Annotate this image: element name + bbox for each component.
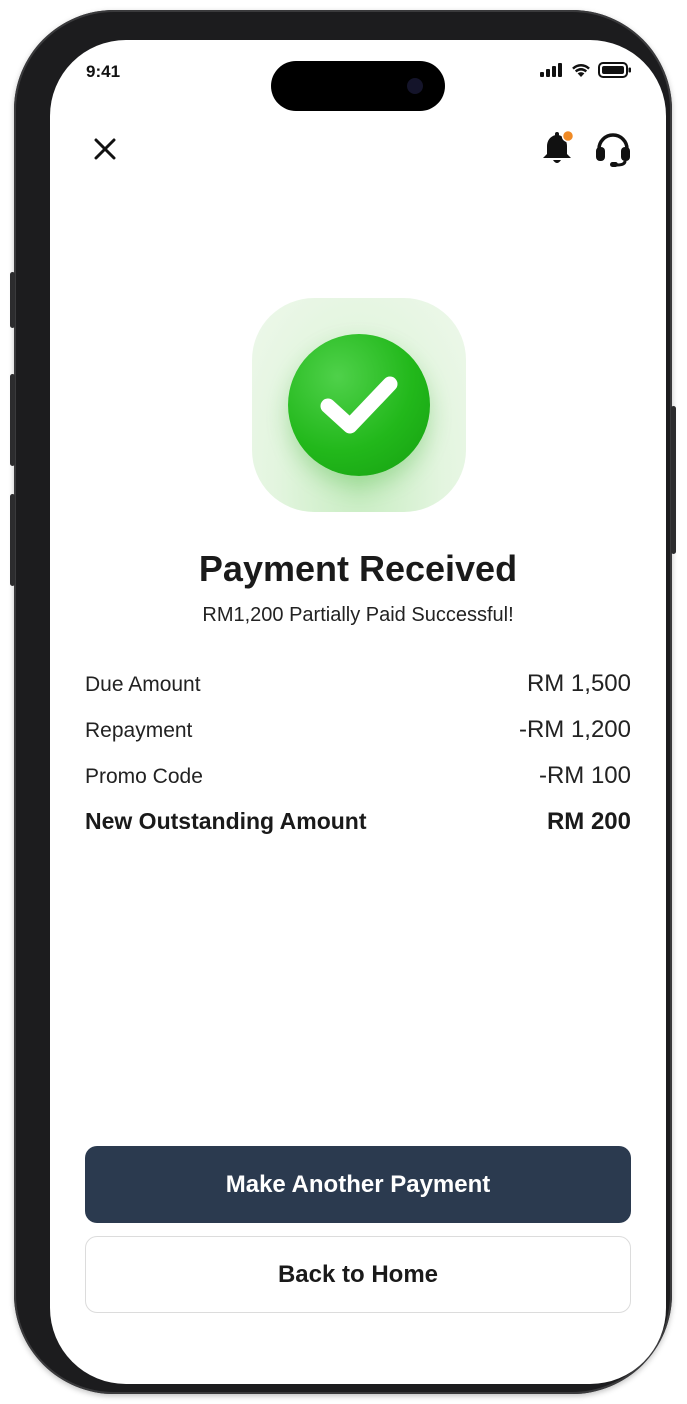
wifi-icon bbox=[572, 64, 590, 77]
summary-value: -RM 100 bbox=[538, 762, 631, 789]
summary-label: Due Amount bbox=[85, 673, 201, 696]
battery-icon bbox=[598, 62, 631, 78]
summary-row-promo-code: Promo Code -RM 100 bbox=[85, 762, 631, 790]
success-icon-badge bbox=[252, 298, 466, 512]
mute-switch bbox=[10, 272, 15, 328]
summary-label: New Outstanding Amount bbox=[85, 808, 367, 834]
summary-label: Promo Code bbox=[85, 765, 203, 788]
dynamic-island bbox=[271, 61, 445, 111]
make-another-payment-button[interactable]: Make Another Payment bbox=[85, 1146, 631, 1223]
summary-row-repayment: Repayment -RM 1,200 bbox=[85, 716, 631, 744]
bell-icon bbox=[543, 129, 575, 163]
volume-up-button bbox=[10, 374, 15, 466]
summary-value: RM 200 bbox=[546, 808, 631, 835]
back-to-home-button[interactable]: Back to Home bbox=[85, 1236, 631, 1313]
headset-icon bbox=[596, 133, 630, 167]
phone-frame: 9:41 Payment Received RM1,200 Partially … bbox=[10, 10, 676, 1394]
success-circle bbox=[288, 334, 430, 476]
camera-icon bbox=[407, 78, 423, 94]
notifications-button[interactable] bbox=[538, 128, 578, 168]
success-check-icon bbox=[320, 376, 398, 434]
volume-down-button bbox=[10, 494, 15, 586]
signal-icon bbox=[540, 63, 562, 77]
support-button[interactable] bbox=[592, 126, 634, 170]
page-title: Payment Received bbox=[198, 548, 518, 589]
summary-value: RM 1,500 bbox=[526, 670, 631, 697]
status-time: 9:41 bbox=[86, 62, 121, 81]
close-icon bbox=[94, 138, 116, 160]
power-button bbox=[671, 406, 676, 554]
summary-row-new-outstanding: New Outstanding Amount RM 200 bbox=[85, 808, 631, 836]
screen: 9:41 Payment Received RM1,200 Partially … bbox=[50, 40, 666, 1384]
summary-label: Repayment bbox=[85, 719, 193, 742]
summary-value: -RM 1,200 bbox=[518, 716, 631, 743]
close-button[interactable] bbox=[88, 132, 122, 166]
page-subtitle: RM1,200 Partially Paid Successful! bbox=[202, 604, 514, 626]
status-icons bbox=[540, 62, 632, 78]
summary-row-due-amount: Due Amount RM 1,500 bbox=[85, 670, 631, 698]
